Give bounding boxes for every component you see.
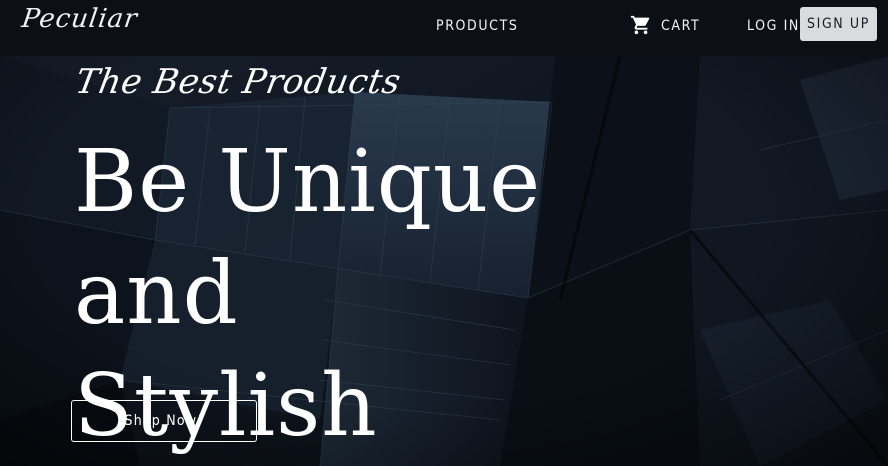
login-link[interactable]: LOG IN bbox=[747, 17, 800, 35]
cart-label: CART bbox=[661, 18, 701, 34]
nav-link-cart[interactable]: CART bbox=[630, 15, 701, 35]
shop-now-button[interactable]: Shop Now! bbox=[71, 400, 257, 442]
signup-button[interactable]: SIGN UP bbox=[800, 7, 877, 41]
nav-link-products[interactable]: PRODUCTS bbox=[436, 17, 518, 35]
shopping-cart-icon bbox=[630, 15, 650, 34]
hero-tagline: The Best Products bbox=[72, 62, 404, 102]
top-navbar: Peculiar PRODUCTS CART LOG IN SIGN UP bbox=[0, 0, 888, 56]
headline-line-1: Be Unique and bbox=[74, 132, 542, 344]
brand-logo[interactable]: Peculiar bbox=[20, 4, 140, 34]
